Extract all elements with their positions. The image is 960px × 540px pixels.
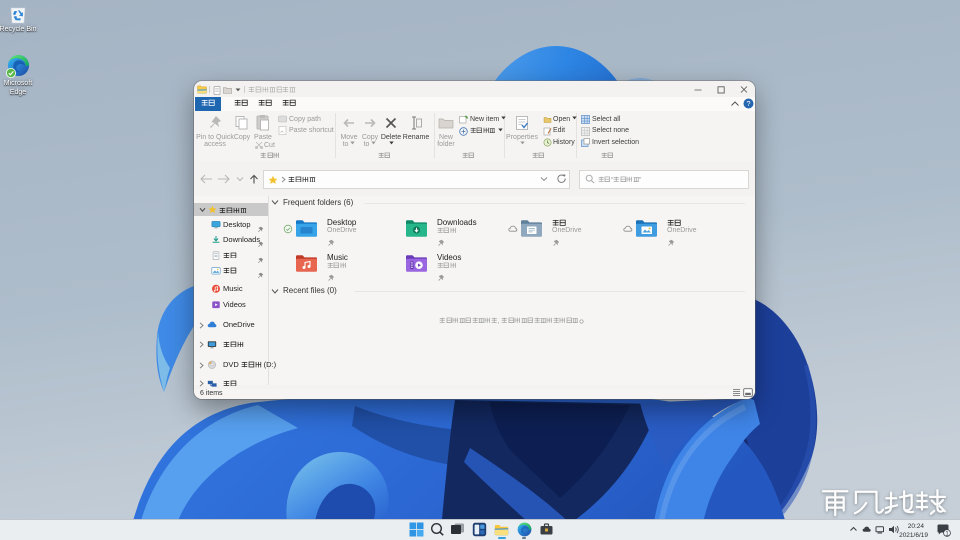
svg-text:?: ?: [746, 99, 750, 108]
